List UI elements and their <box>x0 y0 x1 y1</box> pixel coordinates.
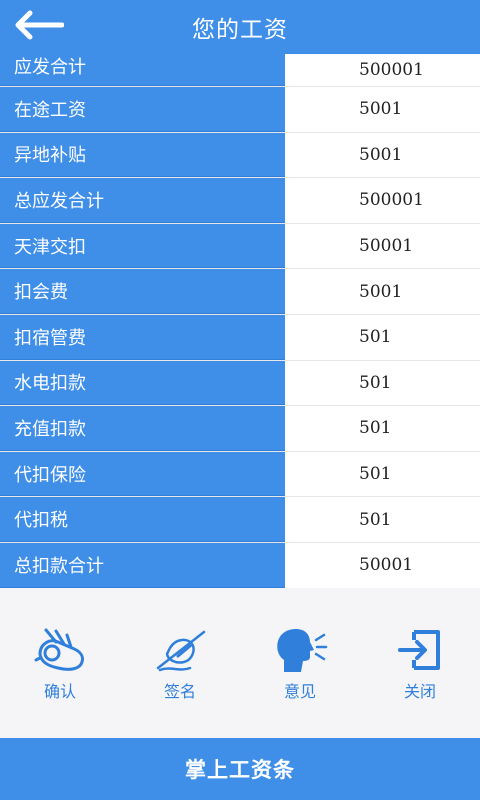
action-bar: 确认 签名 意见 关闭 <box>0 588 480 738</box>
row-label: 总应发合计 <box>0 178 285 223</box>
row-value: 501 <box>285 314 480 360</box>
arrow-left-icon <box>14 10 65 44</box>
close-button[interactable]: 关闭 <box>360 624 480 738</box>
feedback-button[interactable]: 意见 <box>240 624 360 738</box>
table-row: 代扣保险 501 <box>0 451 480 498</box>
row-label: 扣会费 <box>0 269 285 314</box>
page-title: 您的工资 <box>192 17 288 43</box>
row-value: 501 <box>285 451 480 497</box>
footer-bar: 掌上工资条 <box>0 738 480 800</box>
signature-pen-icon <box>150 624 210 676</box>
row-value: 5001 <box>285 87 480 132</box>
row-label: 充值扣款 <box>0 406 285 451</box>
signature-button[interactable]: 签名 <box>120 624 240 738</box>
table-row: 扣宿管费 501 <box>0 314 480 361</box>
row-value: 501 <box>285 360 480 406</box>
row-value: 5001 <box>285 269 480 314</box>
row-label: 天津交扣 <box>0 223 285 269</box>
speaking-head-icon <box>270 624 330 676</box>
table-row: 代扣税 501 <box>0 497 480 543</box>
table-row: 天津交扣 50001 <box>0 223 480 270</box>
row-label: 代扣保险 <box>0 451 285 497</box>
row-label: 在途工资 <box>0 87 285 132</box>
row-value: 500001 <box>285 178 480 223</box>
table-row: 总应发合计 500001 <box>0 178 480 224</box>
row-label: 总扣款合计 <box>0 542 285 588</box>
table-row: 充值扣款 501 <box>0 406 480 452</box>
table-row: 总扣款合计 50001 <box>0 542 480 588</box>
confirm-label: 确认 <box>43 682 76 701</box>
row-label: 代扣税 <box>0 497 285 542</box>
row-value: 5001 <box>285 132 480 178</box>
salary-table[interactable]: 应发合计 500001 在途工资 5001 异地补贴 5001 总应发合计 50… <box>0 42 480 588</box>
table-row: 扣会费 5001 <box>0 269 480 315</box>
feedback-label: 意见 <box>283 682 316 701</box>
table-row: 在途工资 5001 <box>0 87 480 133</box>
row-value: 50001 <box>285 223 480 269</box>
back-button[interactable] <box>12 8 66 46</box>
close-label: 关闭 <box>403 682 436 701</box>
row-value: 501 <box>285 497 480 542</box>
exit-door-icon <box>390 624 450 676</box>
confirm-button[interactable]: 确认 <box>0 624 120 738</box>
header-bar: 您的工资 <box>0 0 480 54</box>
row-value: 50001 <box>285 542 480 588</box>
row-label: 水电扣款 <box>0 360 285 406</box>
ok-hand-icon <box>30 624 90 676</box>
table-row: 水电扣款 501 <box>0 360 480 407</box>
row-value: 501 <box>285 406 480 451</box>
footer-title: 掌上工资条 <box>185 758 295 782</box>
salary-app: 您的工资 应发合计 500001 在途工资 5001 异地补贴 5001 总应发… <box>0 0 480 800</box>
table-row: 异地补贴 5001 <box>0 132 480 179</box>
row-label: 异地补贴 <box>0 132 285 178</box>
row-label: 扣宿管费 <box>0 314 285 360</box>
signature-label: 签名 <box>163 682 196 701</box>
